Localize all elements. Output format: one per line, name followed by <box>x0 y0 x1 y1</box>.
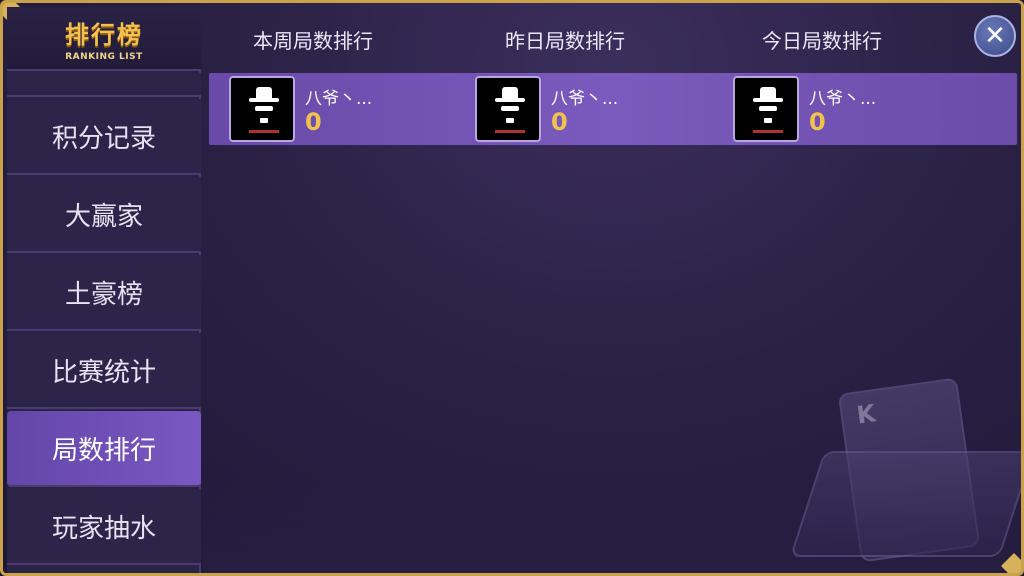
sidebar: 排行榜 RANKING LIST 积分记录 大赢家 土豪榜 比赛统计 局数排行 … <box>7 7 201 573</box>
tab-this-week[interactable]: 本周局数排行 <box>253 25 373 54</box>
player-score: 0 <box>305 108 322 136</box>
sidebar-item-points-record[interactable]: 积分记录 <box>7 99 201 175</box>
ranking-entry[interactable]: 八爷丶... 0 <box>733 76 963 142</box>
ranking-entry[interactable]: 八爷丶... 0 <box>475 76 705 142</box>
gentleman-hat-avatar-icon <box>229 76 295 142</box>
sidebar-item-player-rake[interactable]: 玩家抽水 <box>7 489 201 565</box>
sidebar-item-label: 大赢家 <box>64 201 143 232</box>
sidebar-item-label: 土豪榜 <box>64 279 143 310</box>
player-name: 八爷丶... <box>305 89 373 109</box>
sidebar-item-partial[interactable] <box>7 73 201 97</box>
sidebar-item-match-stats[interactable]: 比赛统计 <box>7 333 201 409</box>
close-icon: ✕ <box>984 21 1006 51</box>
ranking-row: 八爷丶... 0 八爷丶... 0 八爷丶... 0 <box>209 73 1017 145</box>
brand-title: 排行榜 <box>65 20 143 49</box>
sidebar-item-label: 局数排行 <box>51 435 156 466</box>
sidebar-item-label: 比赛统计 <box>51 357 156 388</box>
gentleman-hat-avatar-icon <box>733 76 799 142</box>
ranking-entry[interactable]: 八爷丶... 0 <box>229 76 459 142</box>
brand-subtitle: RANKING LIST <box>65 51 143 62</box>
sidebar-item-rich-list[interactable]: 土豪榜 <box>7 255 201 331</box>
player-name: 八爷丶... <box>551 89 619 109</box>
tab-yesterday[interactable]: 昨日局数排行 <box>505 25 625 54</box>
player-score: 0 <box>809 108 826 136</box>
sidebar-item-label: 积分记录 <box>51 123 156 154</box>
sidebar-item-big-winner[interactable]: 大赢家 <box>7 177 201 253</box>
gentleman-hat-avatar-icon <box>475 76 541 142</box>
main-frame: 排行榜 RANKING LIST 积分记录 大赢家 土豪榜 比赛统计 局数排行 … <box>0 0 1024 576</box>
tab-today[interactable]: 今日局数排行 <box>762 25 882 54</box>
ranking-tabs: 本周局数排行 昨日局数排行 今日局数排行 <box>203 7 1021 69</box>
card-box-icon <box>789 451 1021 557</box>
player-name: 八爷丶... <box>809 89 877 109</box>
brand-logo: 排行榜 RANKING LIST <box>7 7 201 71</box>
player-score: 0 <box>551 108 568 136</box>
sidebar-item-rounds-ranking[interactable]: 局数排行 <box>7 411 201 487</box>
card-letter: K <box>854 399 878 430</box>
close-button[interactable]: ✕ <box>974 15 1016 57</box>
sidebar-item-label: 玩家抽水 <box>51 513 156 544</box>
